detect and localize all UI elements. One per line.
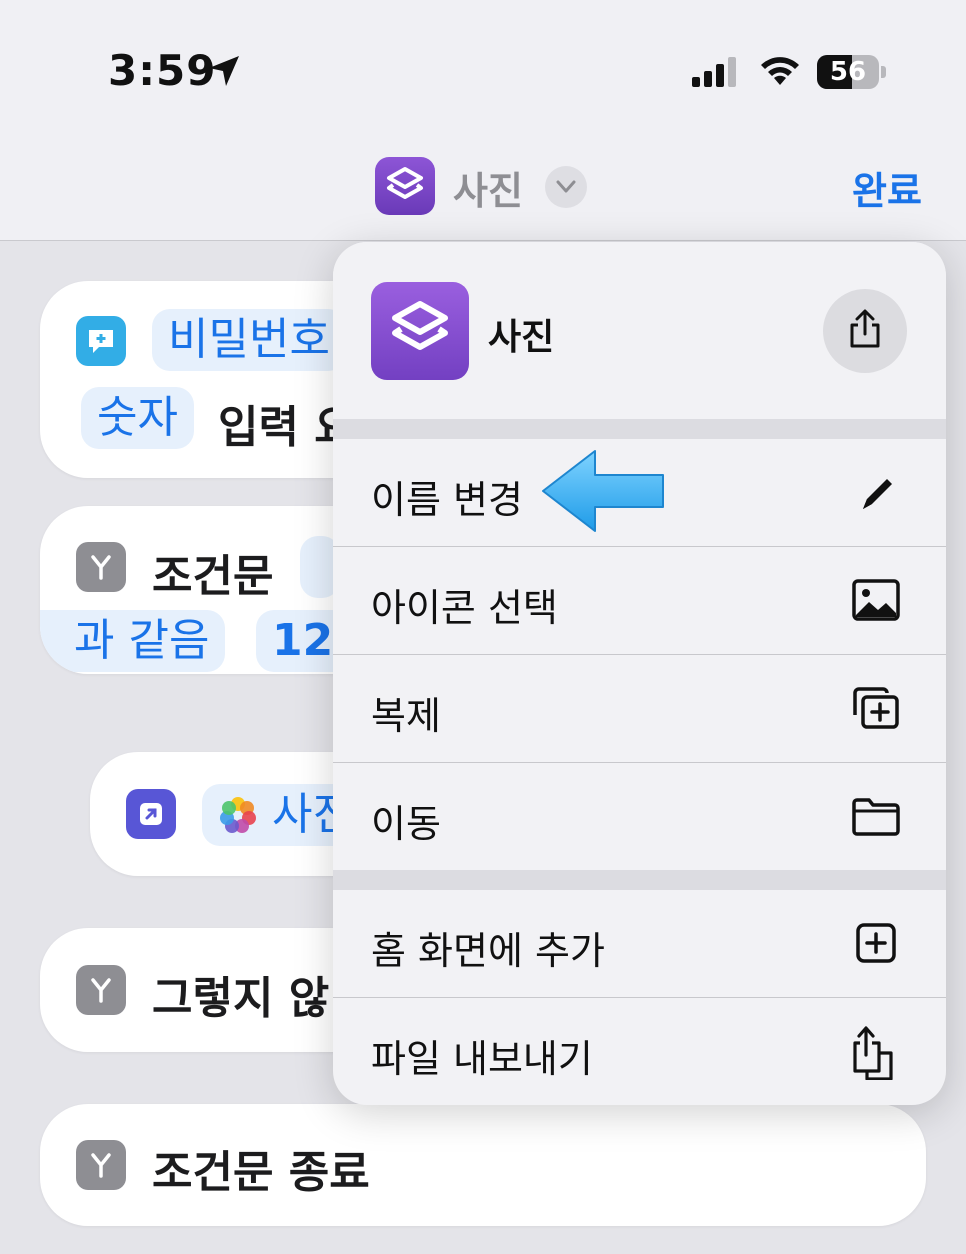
otherwise-label: 그렇지 않 xyxy=(152,973,330,1024)
add-to-home-screen-menu-item[interactable]: 홈 화면에 추가 xyxy=(333,890,946,997)
choose-icon-menu-item[interactable]: 아이콘 선택 xyxy=(333,547,946,654)
menu-item-label: 이름 변경 xyxy=(371,478,523,522)
branch-icon xyxy=(76,965,126,1015)
end-if-action[interactable]: 조건문 종료 xyxy=(40,1104,926,1226)
pencil-icon xyxy=(863,479,892,509)
menu-item-label: 이동 xyxy=(371,802,441,846)
share-icon xyxy=(850,309,880,348)
password-chip[interactable]: 비밀번호 xyxy=(152,309,346,371)
status-time: 3:59 xyxy=(108,46,217,95)
export-file-menu-item[interactable]: 파일 내보내기 xyxy=(333,998,946,1105)
done-button[interactable]: 완료 xyxy=(852,160,922,215)
wifi-icon xyxy=(761,57,799,85)
menu-item-label: 홈 화면에 추가 xyxy=(371,929,605,973)
move-menu-item[interactable]: 이동 xyxy=(333,763,946,870)
battery-level: 56 xyxy=(829,57,867,87)
chevron-down-icon xyxy=(556,180,576,193)
folder-icon xyxy=(852,798,900,836)
battery-indicator: 56 xyxy=(817,55,887,89)
menu-header: 사진 xyxy=(333,242,946,419)
ask-input-icon xyxy=(76,316,126,366)
condition-chip[interactable]: 과 같음 xyxy=(40,610,226,672)
location-arrow-icon xyxy=(209,56,239,86)
layers-icon xyxy=(392,301,448,350)
if-label: 조건문 xyxy=(152,551,274,602)
shortcut-context-menu: 사진 이름 변경 아이콘 선택 복제 이동 홈 화면에 추가 파일 내보내기 xyxy=(333,242,946,1105)
open-app-icon xyxy=(126,789,176,839)
share-button[interactable] xyxy=(823,289,907,373)
branch-icon xyxy=(76,542,126,592)
shortcut-title[interactable]: 사진 xyxy=(453,160,523,215)
menu-item-label: 아이콘 선택 xyxy=(371,586,558,630)
title-menu-button[interactable] xyxy=(545,166,587,208)
branch-icon xyxy=(76,1140,126,1190)
add-square-icon xyxy=(856,923,896,963)
menu-shortcut-icon xyxy=(371,282,469,380)
annotation-arrow-icon xyxy=(542,450,664,532)
photos-app-icon xyxy=(220,797,256,833)
duplicate-menu-item[interactable]: 복제 xyxy=(333,655,946,762)
top-bar: 3:59 56 사진 완료 xyxy=(0,0,966,241)
layers-icon xyxy=(387,167,423,199)
menu-item-label: 복제 xyxy=(371,694,441,738)
shortcut-icon[interactable] xyxy=(375,157,435,215)
number-chip[interactable]: 숫자 xyxy=(81,387,194,449)
image-icon xyxy=(852,579,900,621)
export-file-icon xyxy=(853,1026,893,1080)
duplicate-icon xyxy=(853,687,899,729)
menu-item-label: 파일 내보내기 xyxy=(371,1037,593,1081)
end-if-label: 조건문 종료 xyxy=(152,1147,370,1198)
menu-shortcut-name: 사진 xyxy=(488,317,555,358)
cellular-signal-icon xyxy=(692,57,736,87)
